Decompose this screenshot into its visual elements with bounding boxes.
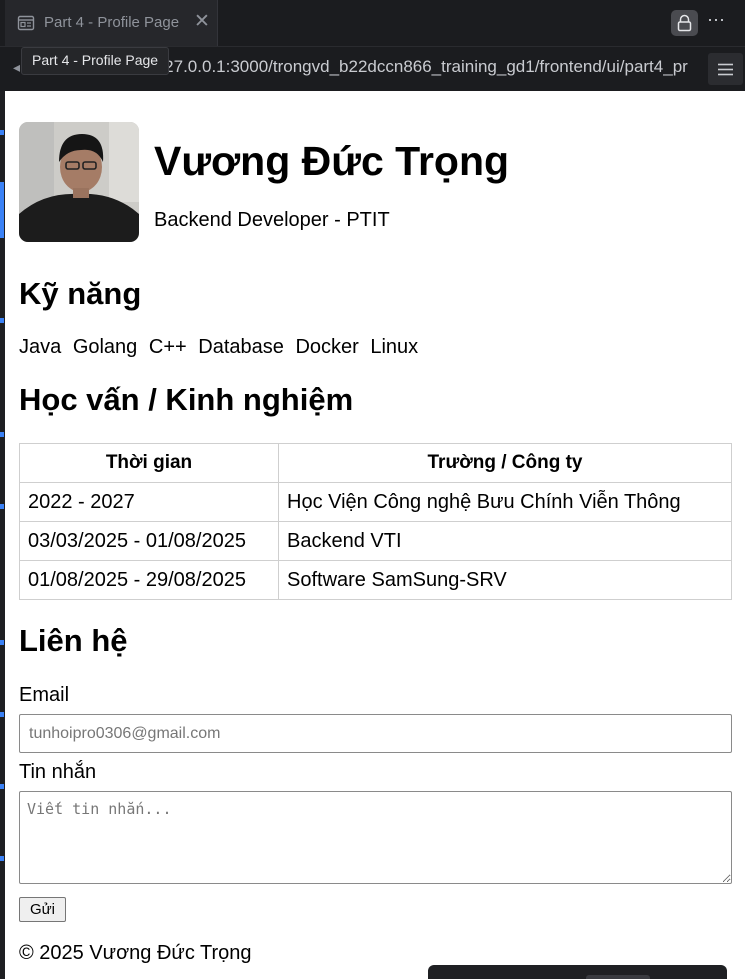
tab-tooltip: Part 4 - Profile Page bbox=[21, 47, 170, 75]
panel-knob[interactable] bbox=[586, 975, 650, 979]
table-cell: 03/03/2025 - 01/08/2025 bbox=[19, 521, 279, 561]
skills-list: Java Golang C++ Database Docker Linux bbox=[19, 336, 424, 359]
lock-icon bbox=[677, 14, 692, 32]
table-cell: Software SamSung-SRV bbox=[278, 560, 732, 600]
table-cell: Học Viện Công nghệ Bưu Chính Viễn Thông bbox=[278, 482, 732, 522]
url-field[interactable]: /127.0.0.1:3000/trongvd_b22dccn866_train… bbox=[150, 57, 702, 77]
preview-icon bbox=[17, 14, 35, 32]
contact-heading: Liên hệ bbox=[19, 623, 128, 658]
close-icon[interactable]: ✕ bbox=[194, 12, 210, 31]
gutter-marker bbox=[0, 640, 4, 645]
send-button[interactable]: Gửi bbox=[19, 897, 66, 922]
profile-header: Vương Đức Trọng Backend Developer - PTIT bbox=[19, 122, 729, 242]
profile-role: Backend Developer - PTIT bbox=[154, 209, 390, 231]
email-field[interactable] bbox=[19, 714, 732, 753]
table-cell: 01/08/2025 - 29/08/2025 bbox=[19, 560, 279, 600]
skill-item: Linux bbox=[370, 336, 419, 358]
message-label: Tin nhắn bbox=[19, 761, 97, 783]
bottom-panel-handle[interactable] bbox=[428, 965, 727, 979]
gutter-marker bbox=[0, 504, 4, 509]
table-row: 03/03/2025 - 01/08/2025 Backend VTI bbox=[19, 521, 732, 561]
message-textarea[interactable] bbox=[19, 791, 732, 884]
gutter-marker bbox=[0, 318, 4, 323]
skill-item: Java bbox=[19, 336, 62, 358]
lock-button[interactable] bbox=[671, 10, 698, 36]
table-cell: 2022 - 2027 bbox=[19, 482, 279, 522]
avatar-photo bbox=[19, 122, 139, 242]
table-row: 01/08/2025 - 29/08/2025 Software SamSung… bbox=[19, 560, 732, 600]
skill-item: C++ bbox=[148, 336, 187, 358]
email-label: Email bbox=[19, 684, 70, 706]
tab-profile-page[interactable]: Part 4 - Profile Page ✕ bbox=[5, 0, 218, 46]
avatar bbox=[19, 122, 139, 242]
skills-heading: Kỹ năng bbox=[19, 276, 142, 311]
column-header-organization: Trường / Công ty bbox=[278, 443, 732, 483]
gutter-marker bbox=[0, 130, 4, 135]
hamburger-icon bbox=[718, 63, 733, 76]
more-actions-icon[interactable]: ⋯ bbox=[707, 10, 726, 31]
menu-button[interactable] bbox=[708, 53, 743, 85]
footer-text: © 2025 Vương Đức Trọng bbox=[19, 942, 252, 964]
education-heading: Học vấn / Kinh nghiệm bbox=[19, 382, 354, 417]
gutter-marker bbox=[0, 432, 4, 437]
gutter-marker bbox=[0, 784, 4, 789]
column-header-time: Thời gian bbox=[19, 443, 279, 483]
education-table: Thời gian Trường / Công ty 2022 - 2027 H… bbox=[19, 443, 732, 600]
table-header-row: Thời gian Trường / Công ty bbox=[19, 443, 732, 483]
editor-tab-bar: Part 4 - Profile Page ✕ ⋯ bbox=[0, 0, 745, 47]
skill-item: Database bbox=[198, 336, 284, 358]
table-cell: Backend VTI bbox=[278, 521, 732, 561]
skill-item: Golang bbox=[72, 336, 138, 358]
skill-item: Docker bbox=[295, 336, 359, 358]
profile-name: Vương Đức Trọng bbox=[154, 138, 510, 184]
gutter-marker bbox=[0, 182, 4, 238]
back-icon[interactable]: ◂ bbox=[13, 59, 20, 76]
tab-title: Part 4 - Profile Page bbox=[44, 14, 180, 31]
table-row: 2022 - 2027 Học Viện Công nghệ Bưu Chính… bbox=[19, 482, 732, 522]
page-viewport: Vương Đức Trọng Backend Developer - PTIT… bbox=[5, 91, 745, 979]
gutter-marker bbox=[0, 712, 4, 717]
gutter-marker bbox=[0, 856, 4, 861]
